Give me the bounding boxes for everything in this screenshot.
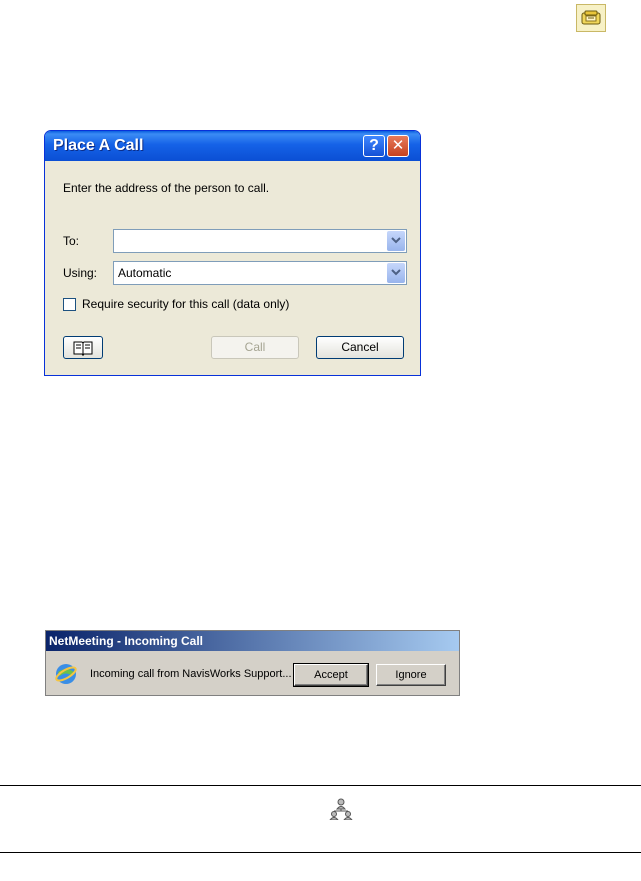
to-label: To: <box>63 234 80 248</box>
network-users-icon <box>329 798 353 820</box>
netmeeting-icon <box>55 664 77 684</box>
instruction-text: Enter the address of the person to call. <box>63 181 270 195</box>
accept-button[interactable]: Accept <box>293 663 369 687</box>
dialog-title-bar[interactable]: Place A Call ? ✕ <box>45 131 420 161</box>
cancel-button[interactable]: Cancel <box>316 336 404 359</box>
place-call-icon[interactable] <box>576 4 606 32</box>
address-book-button[interactable] <box>63 336 103 359</box>
address-book-icon <box>73 341 93 357</box>
using-combobox[interactable]: Automatic <box>113 261 407 285</box>
security-checkbox-label[interactable]: Require security for this call (data onl… <box>82 297 289 311</box>
help-button[interactable]: ? <box>363 135 385 157</box>
place-call-dialog: Place A Call ? ✕ Enter the address of th… <box>44 130 421 376</box>
security-checkbox[interactable] <box>63 298 76 311</box>
chevron-down-icon[interactable] <box>387 263 405 283</box>
incoming-call-window: NetMeeting - Incoming Call Incoming call… <box>45 630 460 696</box>
incoming-call-title: NetMeeting - Incoming Call <box>46 631 459 651</box>
chevron-down-icon[interactable] <box>387 231 405 251</box>
using-label: Using: <box>63 266 98 280</box>
incoming-call-message: Incoming call from NavisWorks Support... <box>90 668 292 680</box>
to-combobox[interactable] <box>113 229 407 253</box>
divider <box>0 852 641 853</box>
call-button[interactable]: Call <box>211 336 299 359</box>
divider <box>0 785 641 786</box>
ignore-button[interactable]: Ignore <box>376 664 446 686</box>
dialog-title: Place A Call <box>53 137 144 154</box>
using-value[interactable]: Automatic <box>118 266 171 280</box>
close-button[interactable]: ✕ <box>387 135 409 157</box>
